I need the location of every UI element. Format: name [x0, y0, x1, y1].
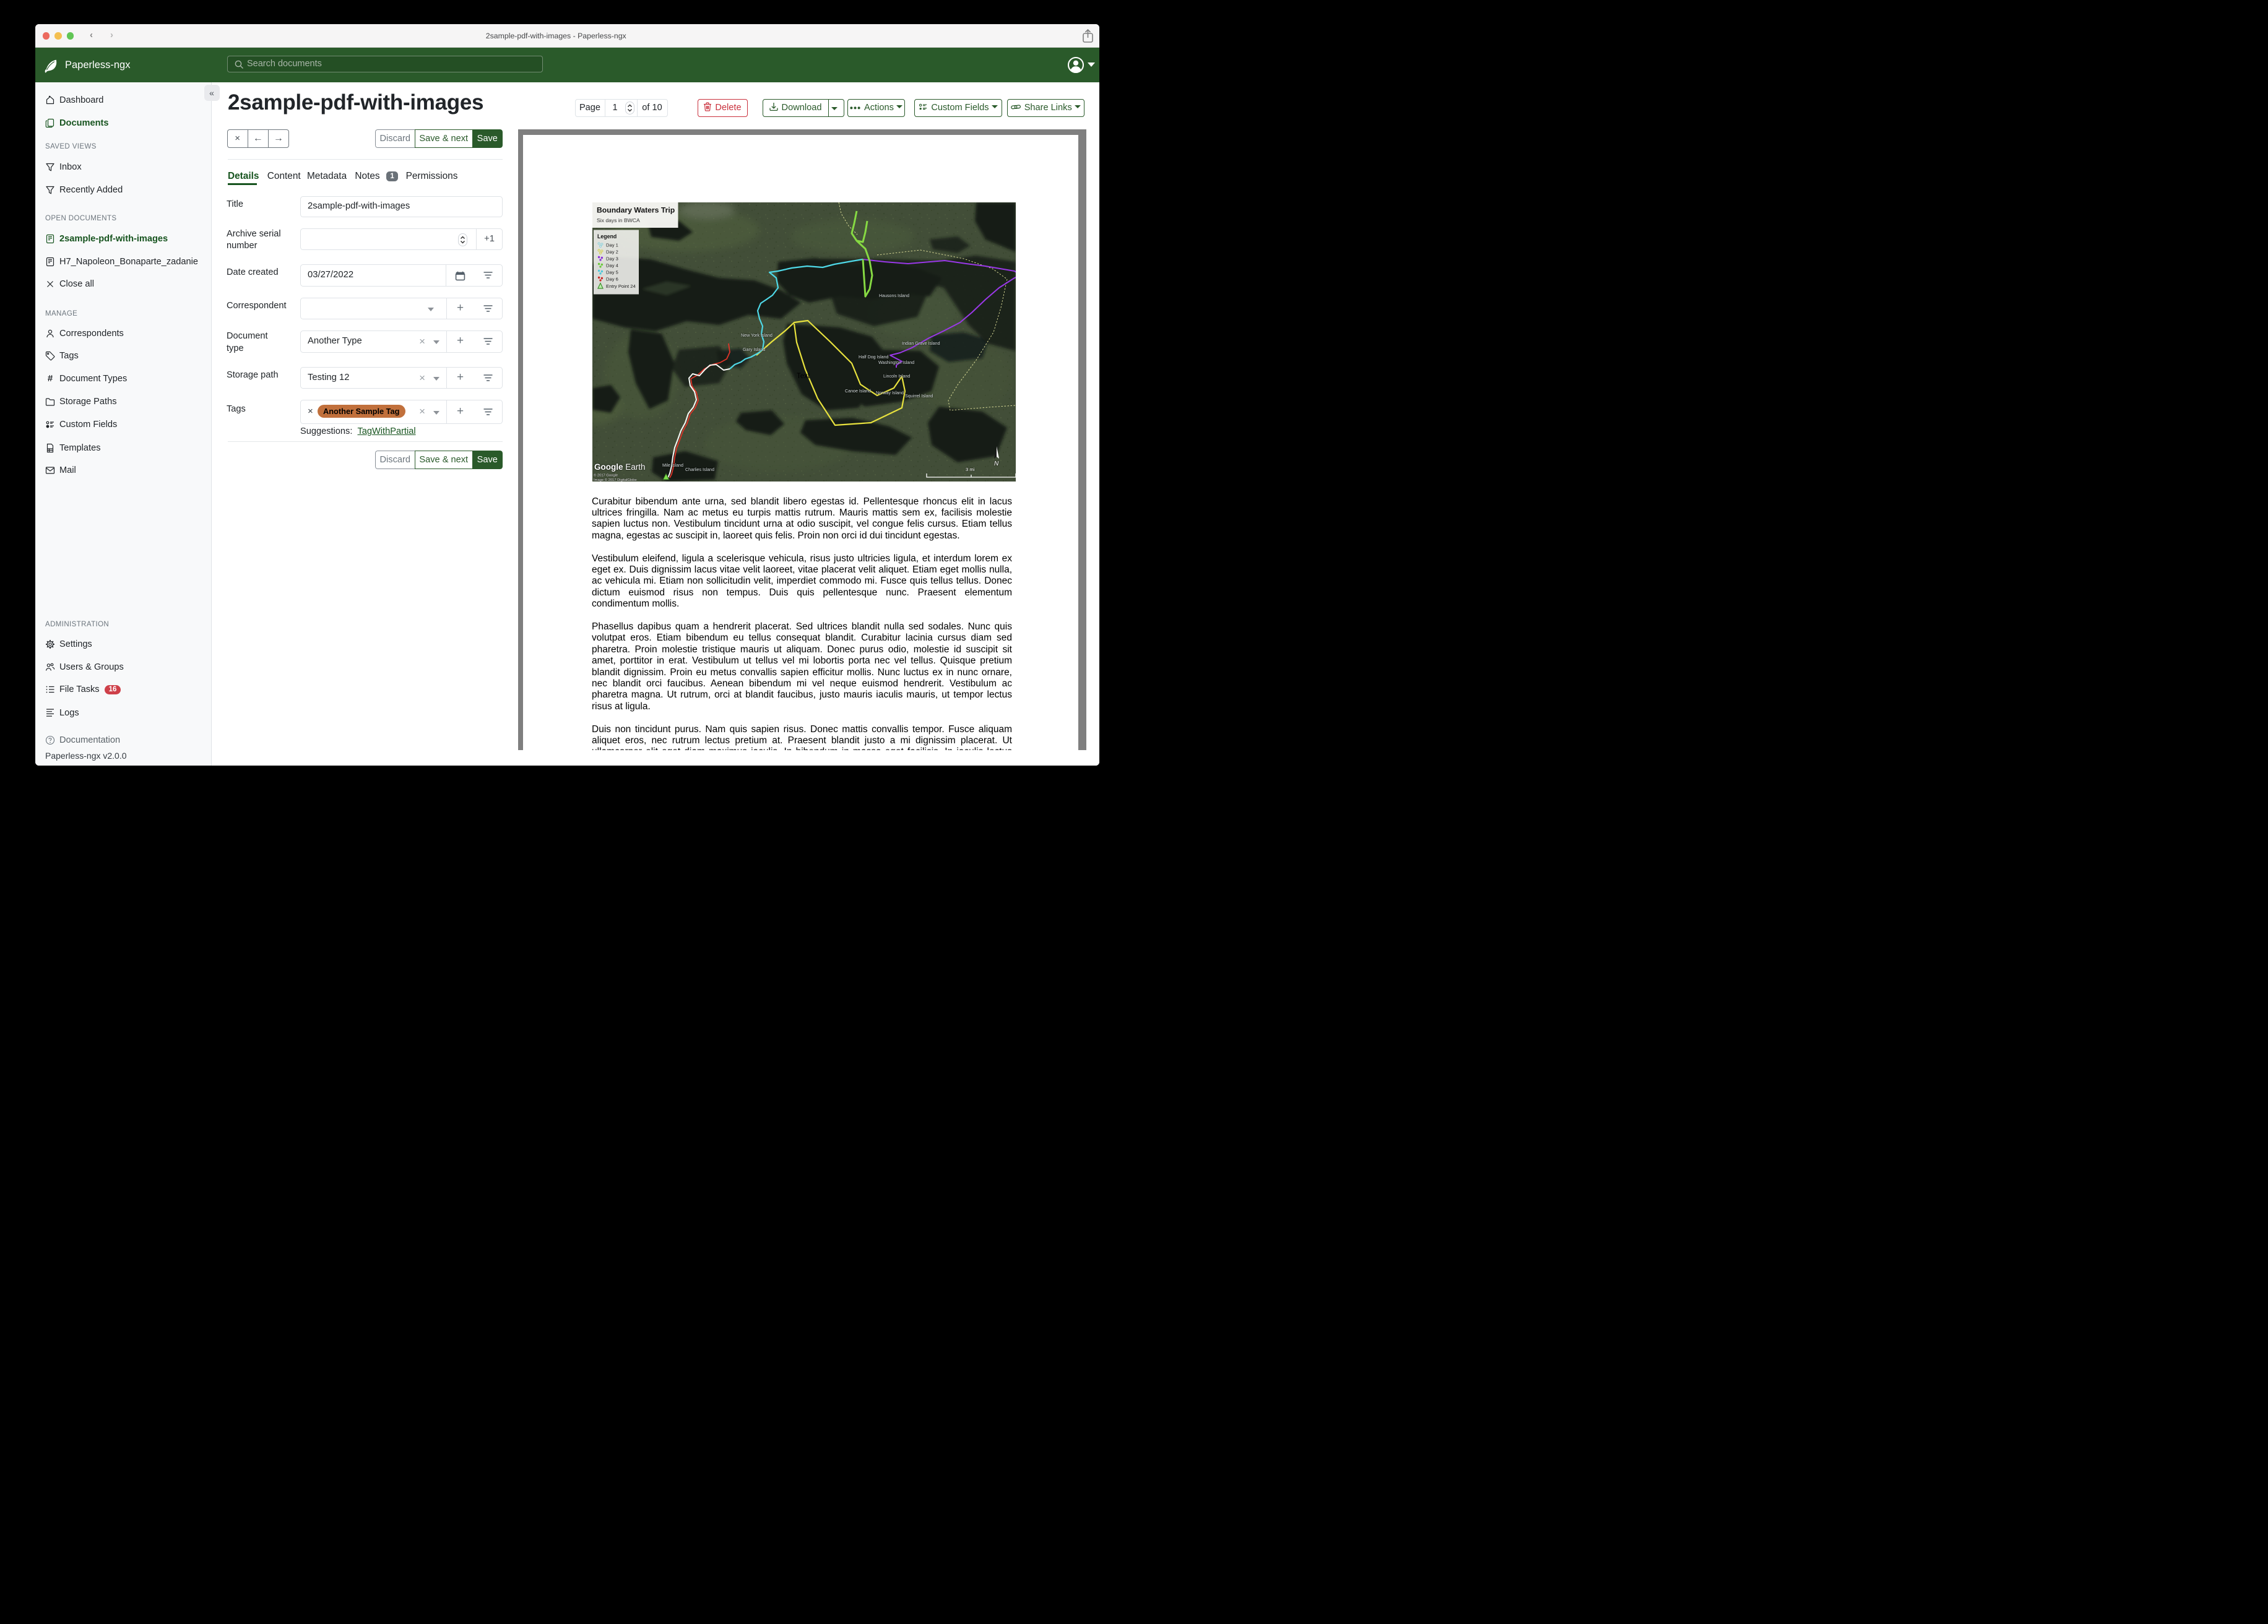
svg-text:Day 3: Day 3 [606, 256, 618, 262]
svg-text:Entry Point 24: Entry Point 24 [606, 283, 636, 289]
svg-text:Boundary Waters Trip: Boundary Waters Trip [597, 206, 675, 215]
svg-text:Norway Island: Norway Island [876, 391, 904, 395]
svg-text:Hausons Island: Hausons Island [879, 293, 909, 298]
svg-text:Canoe Island: Canoe Island [845, 389, 871, 394]
svg-text:Legend: Legend [597, 233, 617, 240]
svg-text:Day 6: Day 6 [606, 277, 618, 282]
svg-text:Squirrel Island: Squirrel Island [905, 394, 933, 399]
svg-text:Half Dog Island: Half Dog Island [859, 355, 889, 360]
svg-text:Day 2: Day 2 [606, 249, 618, 255]
svg-text:Six days in BWCA: Six days in BWCA [597, 217, 640, 223]
svg-text:Mile Island: Mile Island [662, 463, 683, 468]
svg-text:Charlies Island: Charlies Island [685, 467, 714, 472]
svg-text:Day 5: Day 5 [606, 270, 618, 275]
svg-text:3 mi: 3 mi [966, 467, 975, 472]
svg-text:Lincoln Island: Lincoln Island [883, 374, 910, 379]
svg-text:Text: Text [797, 373, 810, 380]
svg-text:Google Earth: Google Earth [594, 462, 646, 472]
svg-text:Image © 2017 DigitalGlobe: Image © 2017 DigitalGlobe [594, 478, 637, 482]
svg-text:Washington Island: Washington Island [878, 360, 914, 365]
svg-text:Indian Grave Island: Indian Grave Island [902, 341, 940, 346]
svg-text:Day 4: Day 4 [606, 263, 618, 269]
svg-text:New York Island: New York Island [741, 333, 773, 338]
svg-text:N: N [994, 460, 999, 467]
svg-text:Day 1: Day 1 [606, 243, 618, 248]
svg-text:Gary Island: Gary Island [743, 347, 765, 352]
svg-text:© 2017 Google: © 2017 Google [594, 473, 618, 478]
